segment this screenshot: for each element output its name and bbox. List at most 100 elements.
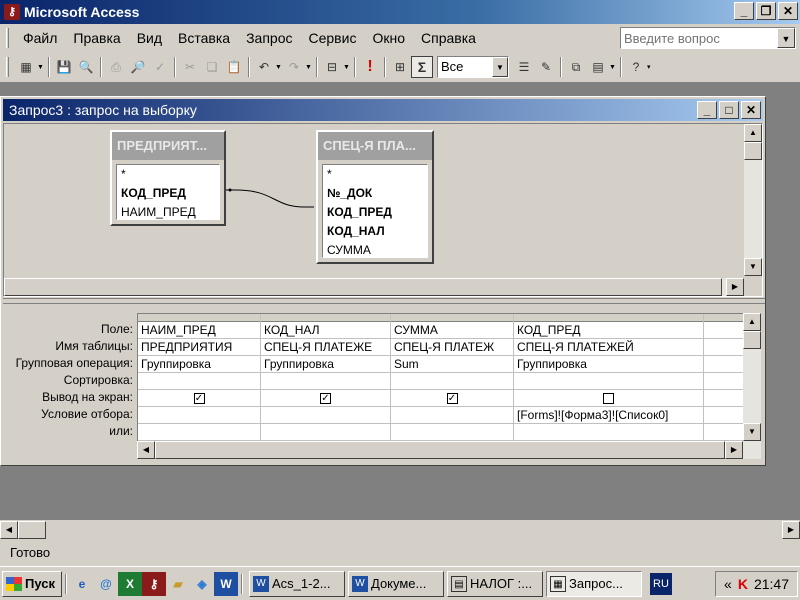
column-selector[interactable]: [514, 314, 703, 322]
kaspersky-icon[interactable]: K: [738, 576, 748, 592]
grid-cell-total[interactable]: Группировка: [514, 356, 703, 373]
scroll-thumb[interactable]: [155, 441, 725, 459]
task-button-active[interactable]: ▦ Запрос...: [546, 570, 642, 597]
grid-cell-table[interactable]: СПЕЦ-Я ПЛАТЕЖ: [391, 339, 513, 356]
query-window-title-bar[interactable]: Запрос3 : запрос на выборку _ □ ✕: [3, 99, 763, 121]
task-button[interactable]: ▤ НАЛОГ :...: [447, 570, 543, 597]
field-item[interactable]: КОД_ПРЕД: [323, 203, 427, 222]
view-dropdown-icon[interactable]: ▼: [37, 64, 45, 71]
redo-dropdown-icon[interactable]: ▼: [305, 64, 313, 71]
outlook-express-icon[interactable]: @: [94, 572, 118, 596]
scroll-right-icon[interactable]: ▶: [726, 278, 744, 296]
help-question-input[interactable]: [621, 28, 775, 48]
scroll-down-icon[interactable]: ▼: [743, 423, 761, 441]
minimize-button[interactable]: _: [734, 2, 754, 20]
column-selector[interactable]: [138, 314, 260, 322]
media-icon[interactable]: ◈: [190, 572, 214, 596]
grid-cell-sort[interactable]: [514, 373, 703, 390]
restore-button[interactable]: ❐: [756, 2, 776, 20]
grid-cell-criteria[interactable]: [138, 407, 260, 424]
grid-cell-field[interactable]: [704, 322, 743, 339]
grid-cell-criteria[interactable]: [Forms]![Форма3]![Список0]: [514, 407, 703, 424]
top-values-select[interactable]: Все ▼: [437, 56, 509, 78]
table-pane-hscroll[interactable]: ▶: [4, 278, 744, 296]
grid-cell-field[interactable]: НАИМ_ПРЕД: [138, 322, 260, 339]
task-button[interactable]: W Acs_1-2...: [249, 570, 345, 597]
clock[interactable]: 21:47: [754, 576, 789, 592]
menu-file[interactable]: Файл: [15, 30, 65, 46]
grid-cell-show[interactable]: ✓: [391, 390, 513, 407]
grid-cell-total[interactable]: [704, 356, 743, 373]
field-item[interactable]: *: [117, 165, 219, 184]
field-item[interactable]: №_ДОК: [323, 184, 427, 203]
query-type-dropdown-icon[interactable]: ▼: [343, 64, 351, 71]
table-box-payment-spec[interactable]: СПЕЦ-Я ПЛА... * №_ДОК КОД_ПРЕД КОД_НАЛ С…: [316, 130, 434, 264]
field-item[interactable]: НАИМ_ПРЕД: [117, 203, 219, 222]
grid-cell-or[interactable]: [261, 424, 390, 441]
save-icon[interactable]: 💾: [53, 56, 75, 78]
menu-edit[interactable]: Правка: [65, 30, 128, 46]
grid-cell-field[interactable]: КОД_НАЛ: [261, 322, 390, 339]
table-box-title[interactable]: СПЕЦ-Я ПЛА...: [318, 132, 432, 160]
grid-cell-table[interactable]: ПРЕДПРИЯТИЯ: [138, 339, 260, 356]
field-item[interactable]: КОД_НАЛ: [323, 222, 427, 241]
show-table-icon[interactable]: ⊞: [389, 56, 411, 78]
grid-cell-field[interactable]: СУММА: [391, 322, 513, 339]
show-checkbox-checked[interactable]: ✓: [193, 393, 205, 405]
print-icon[interactable]: ⎙: [105, 56, 127, 78]
task-button[interactable]: W Докуме...: [348, 570, 444, 597]
menu-view[interactable]: Вид: [129, 30, 170, 46]
grid-hscroll[interactable]: ◀ ▶: [137, 441, 761, 459]
grid-cell-table[interactable]: [704, 339, 743, 356]
grid-cell-field[interactable]: КОД_ПРЕД: [514, 322, 703, 339]
grid-cell-show[interactable]: ✓: [261, 390, 390, 407]
undo-icon[interactable]: ↶: [253, 56, 275, 78]
field-item[interactable]: КОД_ПРЕД: [117, 184, 219, 203]
scroll-left-icon[interactable]: ◀: [0, 521, 18, 539]
chevron-down-icon[interactable]: ▼: [777, 28, 795, 48]
folder-icon[interactable]: ▰: [166, 572, 190, 596]
language-indicator[interactable]: RU: [650, 572, 672, 595]
table-box-title[interactable]: ПРЕДПРИЯТ...: [112, 132, 224, 160]
undo-dropdown-icon[interactable]: ▼: [275, 64, 283, 71]
menu-insert[interactable]: Вставка: [170, 30, 238, 46]
workspace-hscroll[interactable]: ◀ ▶: [0, 520, 800, 540]
grid-cell-criteria[interactable]: [261, 407, 390, 424]
query-maximize-button[interactable]: □: [719, 101, 739, 119]
grid-cell-or[interactable]: [138, 424, 260, 441]
excel-icon[interactable]: X: [118, 571, 142, 596]
table-pane-vscroll[interactable]: ▲ ▼: [744, 124, 762, 276]
show-checkbox-checked[interactable]: ✓: [320, 393, 331, 405]
scroll-left-icon[interactable]: ◀: [137, 441, 155, 459]
ie-icon[interactable]: e: [70, 572, 94, 596]
grid-cell-table[interactable]: СПЕЦ-Я ПЛАТЕЖЕЙ: [514, 339, 703, 356]
field-item[interactable]: *: [323, 165, 427, 184]
access-icon[interactable]: ⚷: [142, 571, 166, 596]
redo-icon[interactable]: ↷: [283, 56, 305, 78]
scroll-right-icon[interactable]: ▶: [782, 521, 800, 539]
grid-cell-sort[interactable]: [138, 373, 260, 390]
close-button[interactable]: ✕: [778, 2, 798, 20]
scroll-thumb[interactable]: [18, 521, 46, 539]
pane-splitter[interactable]: [3, 298, 765, 304]
column-selector[interactable]: [704, 314, 743, 322]
spelling-icon[interactable]: ✓: [149, 56, 171, 78]
grid-cell-show[interactable]: [704, 390, 743, 407]
new-object-icon[interactable]: ▤: [587, 56, 609, 78]
search-file-icon[interactable]: 🔍: [75, 56, 97, 78]
run-icon[interactable]: !: [359, 56, 381, 78]
menu-help[interactable]: Справка: [413, 30, 484, 46]
table-box-enterprises[interactable]: ПРЕДПРИЯТ... * КОД_ПРЕД НАИМ_ПРЕД: [110, 130, 226, 226]
grid-vscroll[interactable]: ▲ ▼: [743, 313, 761, 441]
menu-tools[interactable]: Сервис: [301, 30, 365, 46]
field-item[interactable]: СУММА: [323, 241, 427, 260]
column-selector[interactable]: [391, 314, 513, 322]
new-object-dropdown-icon[interactable]: ▼: [609, 64, 617, 71]
help-icon[interactable]: ?: [625, 56, 647, 78]
view-icon[interactable]: ▦: [15, 56, 37, 78]
grid-cell-table[interactable]: СПЕЦ-Я ПЛАТЕЖЕ: [261, 339, 390, 356]
grid-cell-sort[interactable]: [261, 373, 390, 390]
menu-query[interactable]: Запрос: [238, 30, 300, 46]
show-checkbox-checked[interactable]: ✓: [446, 393, 458, 405]
scroll-thumb[interactable]: [743, 331, 761, 349]
